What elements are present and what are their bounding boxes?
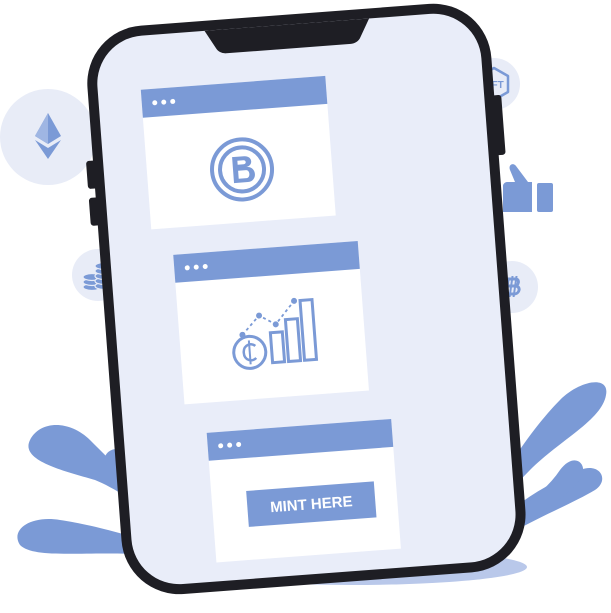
- mint-card: MINT HERE: [206, 418, 401, 563]
- phone: MINT HERE: [86, 3, 526, 595]
- scene: NFT MINT HERE: [0, 3, 607, 595]
- b-coin-logo-icon: [210, 137, 275, 202]
- logo-card: [140, 75, 336, 230]
- thumbs-up-icon: [503, 164, 553, 212]
- growth-card: [173, 240, 369, 405]
- ethereum-icon: [0, 89, 96, 185]
